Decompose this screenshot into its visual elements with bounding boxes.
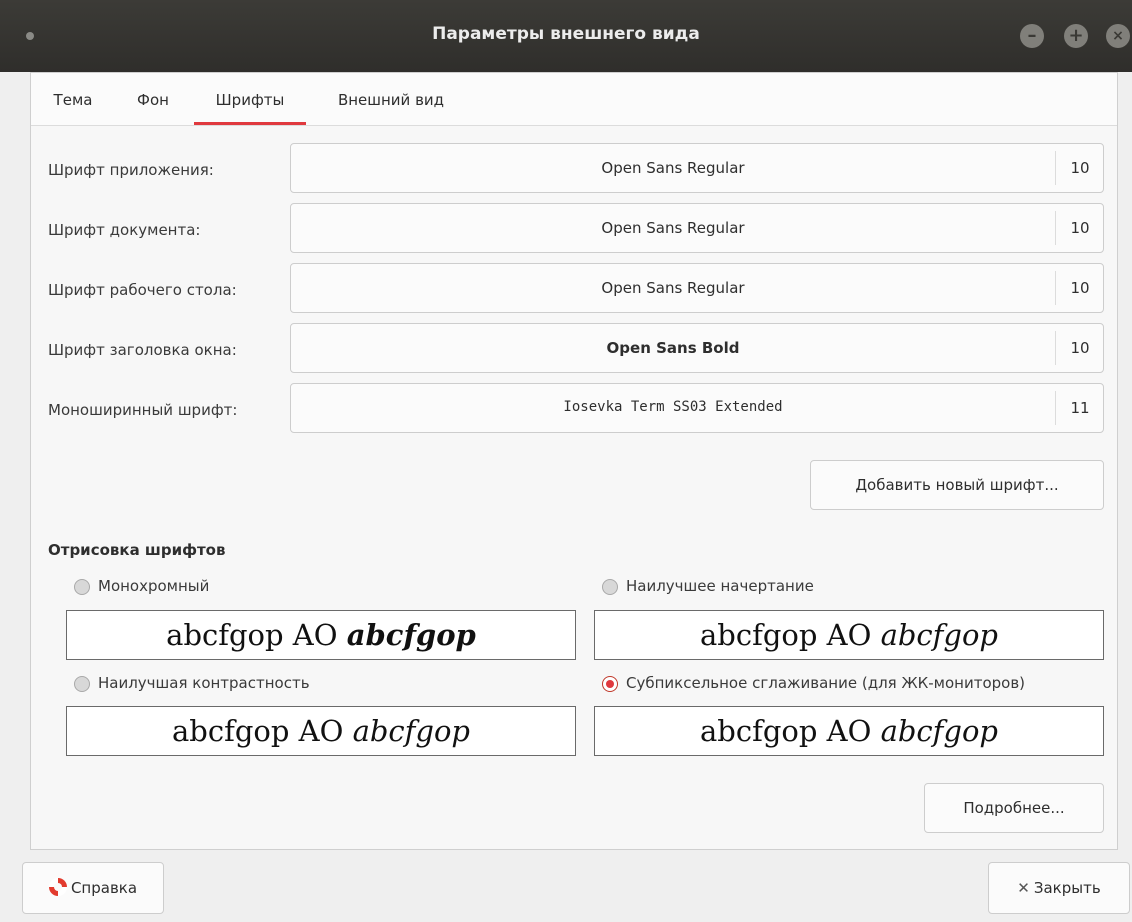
sample-italic-text: abcfgop <box>880 714 998 748</box>
tab-theme[interactable]: Тема <box>48 91 98 125</box>
monospace-font-name: Iosevka Term SS03 Extended <box>563 399 783 415</box>
details-button[interactable]: Подробнее... <box>924 783 1104 833</box>
tab-background[interactable]: Фон <box>131 91 175 125</box>
desktop-font-name: Open Sans Regular <box>601 279 745 297</box>
maximize-icon[interactable]: + <box>1064 24 1088 48</box>
desktop-font-size: 10 <box>1070 279 1090 297</box>
application-font-label: Шрифт приложения: <box>48 161 214 179</box>
sample-italic-text: abcfgop <box>346 618 476 652</box>
minimize-icon[interactable]: – <box>1020 24 1044 48</box>
document-font-label: Шрифт документа: <box>48 221 201 239</box>
sample-italic-text: abcfgop <box>352 714 470 748</box>
close-button[interactable]: ✕ Закрыть <box>988 862 1130 914</box>
monochrome-radio[interactable] <box>74 579 90 595</box>
sample-regular-text: abcfgop AO <box>700 714 872 748</box>
document-font-size: 10 <box>1070 219 1090 237</box>
appearance-preferences-window: Параметры внешнего вида – + × Тема Фон Ш… <box>0 0 1132 922</box>
close-icon[interactable]: × <box>1106 24 1130 48</box>
best-shapes-label[interactable]: Наилучшее начертание <box>626 577 814 595</box>
application-font-button[interactable]: Open Sans Regular 10 <box>290 143 1104 193</box>
desktop-font-label: Шрифт рабочего стола: <box>48 281 237 299</box>
subpixel-smoothing-radio[interactable] <box>602 676 618 692</box>
subpixel-smoothing-label[interactable]: Субпиксельное сглаживание (для ЖК-монито… <box>626 674 1025 692</box>
sample-regular-text: abcfgop AO <box>700 618 872 652</box>
notebook: Тема Фон Шрифты Внешний вид Шрифт прилож… <box>30 72 1118 850</box>
document-font-name: Open Sans Regular <box>601 219 745 237</box>
window-title-font-name: Open Sans Bold <box>606 339 740 357</box>
add-font-button[interactable]: Добавить новый шрифт... <box>810 460 1104 510</box>
best-shapes-sample: abcfgop AO abcfgop <box>594 610 1104 660</box>
monospace-font-label: Моноширинный шрифт: <box>48 401 238 419</box>
help-button[interactable]: Справка <box>22 862 164 914</box>
window-title: Параметры внешнего вида <box>432 24 700 44</box>
best-contrast-label[interactable]: Наилучшая контрастность <box>98 674 310 692</box>
window-title-font-size: 10 <box>1070 339 1090 357</box>
tab-fonts[interactable]: Шрифты <box>194 91 306 125</box>
help-button-label: Справка <box>70 879 138 897</box>
close-button-label: Закрыть <box>1033 879 1101 897</box>
tab-appearance[interactable]: Внешний вид <box>328 91 454 125</box>
application-font-size: 10 <box>1070 159 1090 177</box>
monospace-font-button[interactable]: Iosevka Term SS03 Extended 11 <box>290 383 1104 433</box>
font-rendering-title: Отрисовка шрифтов <box>48 541 226 559</box>
best-contrast-sample: abcfgop AO abcfgop <box>66 706 576 756</box>
window-title-font-label: Шрифт заголовка окна: <box>48 341 237 359</box>
sample-italic-text: abcfgop <box>880 618 998 652</box>
sample-regular-text: abcfgop AO <box>166 618 338 652</box>
subpixel-smoothing-sample: abcfgop AO abcfgop <box>594 706 1104 756</box>
tab-bar: Тема Фон Шрифты Внешний вид <box>31 73 1117 126</box>
sample-regular-text: abcfgop AO <box>172 714 344 748</box>
monospace-font-size: 11 <box>1070 399 1090 417</box>
close-x-icon: ✕ <box>1017 879 1030 897</box>
title-bar[interactable]: Параметры внешнего вида – + × <box>0 0 1132 72</box>
best-contrast-radio[interactable] <box>74 676 90 692</box>
window-title-font-button[interactable]: Open Sans Bold 10 <box>290 323 1104 373</box>
help-lifebuoy-icon <box>48 878 67 896</box>
monochrome-label[interactable]: Монохромный <box>98 577 209 595</box>
application-font-name: Open Sans Regular <box>601 159 745 177</box>
best-shapes-radio[interactable] <box>602 579 618 595</box>
monochrome-sample: abcfgop AO abcfgop <box>66 610 576 660</box>
document-font-button[interactable]: Open Sans Regular 10 <box>290 203 1104 253</box>
desktop-font-button[interactable]: Open Sans Regular 10 <box>290 263 1104 313</box>
